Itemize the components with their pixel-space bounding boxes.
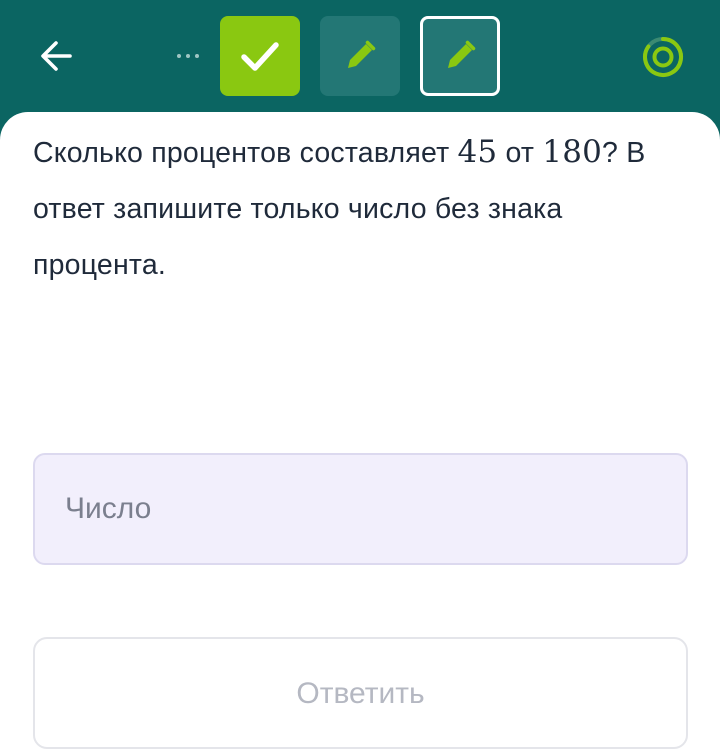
back-button[interactable] <box>30 30 82 82</box>
submit-button-label: Ответить <box>296 677 425 710</box>
question-text-middle: от <box>497 137 543 169</box>
top-bar <box>0 0 720 120</box>
question-number-a: 45 <box>457 134 498 170</box>
answer-input[interactable] <box>33 453 688 565</box>
progress-ring-icon <box>643 37 683 77</box>
arrow-left-icon <box>41 41 72 71</box>
submit-button[interactable]: Ответить <box>33 637 688 749</box>
checkmark-icon <box>241 42 279 71</box>
question-text-before: Сколько процентов составляет <box>33 137 458 169</box>
question-text: Сколько процентов составляет 45 от 180? … <box>33 124 693 293</box>
pencil-icon <box>448 40 476 68</box>
more-dots-icon[interactable] <box>168 42 208 70</box>
step-current-button[interactable] <box>420 16 500 96</box>
step-pending-button[interactable] <box>320 16 400 96</box>
question-number-b: 180 <box>542 134 603 170</box>
progress-button[interactable] <box>640 34 686 80</box>
step-done-button[interactable] <box>220 16 300 96</box>
pencil-icon <box>348 40 376 68</box>
